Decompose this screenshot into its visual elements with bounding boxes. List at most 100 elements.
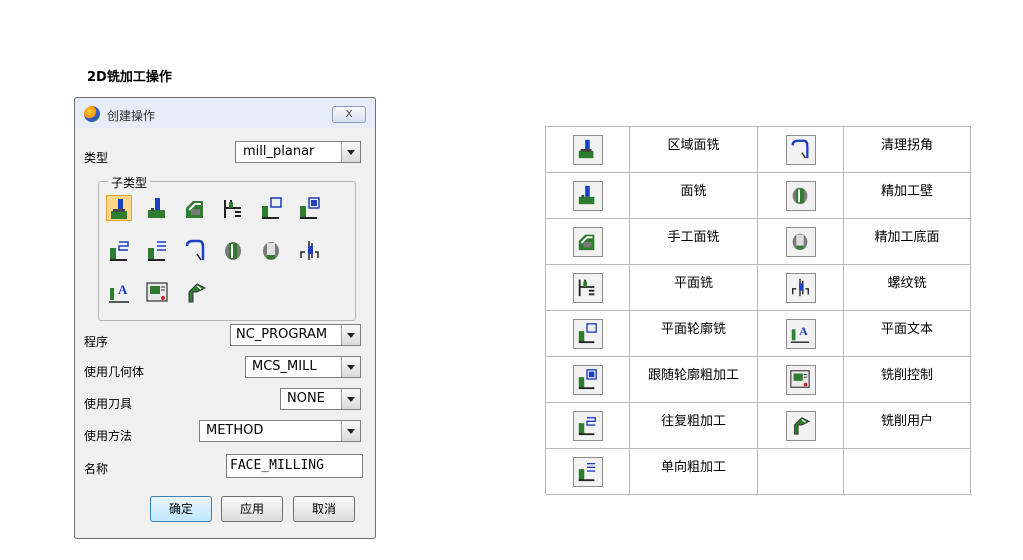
create-operation-dialog: 创建操作 X 类型 mill_planar 子类型 A 程序 NC_PROGRA… <box>74 97 376 539</box>
geometry-select[interactable]: MCS_MILL <box>245 356 361 378</box>
table-cell-icon <box>757 402 844 449</box>
table-cell-icon <box>757 264 844 311</box>
tool-select-value: NONE <box>287 391 325 406</box>
mill-control-icon[interactable] <box>144 279 170 305</box>
table-row: 区域面铣 清理拐角 <box>545 126 971 173</box>
cleanup-corners-icon <box>785 135 816 165</box>
table-cell-icon: A <box>757 310 844 357</box>
table-row: 手工面铣 精加工底面 <box>545 218 971 265</box>
table-cell-icon <box>545 218 630 265</box>
thread-milling-icon <box>785 273 816 303</box>
table-cell-name: 螺纹铣 <box>843 264 971 311</box>
table-cell-icon <box>757 448 844 495</box>
subtype-label: 子类型 <box>108 174 151 191</box>
close-button[interactable]: X <box>332 106 366 123</box>
mill-user-icon <box>785 411 816 441</box>
geometry-label: 使用几何体 <box>84 365 145 379</box>
table-cell-name: 精加工底面 <box>843 218 971 265</box>
chevron-down-icon[interactable] <box>341 389 360 409</box>
cleanup-corners-icon[interactable] <box>182 237 208 263</box>
operation-reference-table: 区域面铣 清理拐角 面铣 精加工壁 手工面铣 精加工底面 平面铣 螺纹铣 平面轮… <box>545 126 971 495</box>
table-cell-icon <box>757 126 844 173</box>
face-milling-area-icon <box>572 135 603 165</box>
table-cell-icon <box>545 310 630 357</box>
table-cell-name: 单向粗加工 <box>629 448 758 495</box>
apply-button[interactable]: 应用 <box>221 496 283 522</box>
type-label: 类型 <box>84 151 109 165</box>
zig-zag-icon[interactable] <box>106 237 132 263</box>
planar-mill-icon[interactable] <box>220 195 246 221</box>
tool-label: 使用刀具 <box>84 397 133 411</box>
program-label: 程序 <box>84 335 109 349</box>
dialog-titlebar: 创建操作 X <box>75 98 375 128</box>
planar-profile-icon[interactable] <box>258 195 284 221</box>
table-cell-name: 手工面铣 <box>629 218 758 265</box>
planar-mill-icon <box>572 273 603 303</box>
type-select-value: mill_planar <box>243 144 315 159</box>
table-row: 平面轮廓铣 A 平面文本 <box>545 310 971 357</box>
mill-control-icon <box>785 365 816 395</box>
table-cell-name: 区域面铣 <box>629 126 758 173</box>
table-row: 平面铣 螺纹铣 <box>545 264 971 311</box>
table-row: 面铣 精加工壁 <box>545 172 971 219</box>
face-milling-manual-icon[interactable] <box>182 195 208 221</box>
zig-zag-icon <box>572 411 603 441</box>
method-select[interactable]: METHOD <box>199 420 361 442</box>
face-milling-area-icon[interactable] <box>106 195 132 221</box>
planar-text-icon[interactable]: A <box>106 279 132 305</box>
method-select-value: METHOD <box>206 423 264 438</box>
table-cell-name: 往复粗加工 <box>629 402 758 449</box>
name-input[interactable]: FACE_MILLING <box>226 454 363 478</box>
table-cell-name: 跟随轮廓粗加工 <box>629 356 758 403</box>
table-cell-name: 铣削控制 <box>843 356 971 403</box>
table-cell-icon <box>545 172 630 219</box>
app-logo-icon <box>84 106 100 122</box>
table-cell-icon <box>757 356 844 403</box>
table-cell-name: 平面铣 <box>629 264 758 311</box>
planar-profile-icon <box>572 319 603 349</box>
ok-button[interactable]: 确定 <box>150 496 212 522</box>
method-label: 使用方法 <box>84 429 133 443</box>
zig-icon[interactable] <box>144 237 170 263</box>
chevron-down-icon[interactable] <box>341 357 360 377</box>
mill-user-icon[interactable] <box>182 279 208 305</box>
chevron-down-icon[interactable] <box>341 421 360 441</box>
program-select[interactable]: NC_PROGRAM <box>230 324 361 346</box>
geometry-select-value: MCS_MILL <box>252 359 317 374</box>
finish-walls-icon[interactable] <box>220 237 246 263</box>
table-cell-icon <box>757 218 844 265</box>
dialog-title: 创建操作 <box>107 109 156 123</box>
table-cell-name: 精加工壁 <box>843 172 971 219</box>
type-select[interactable]: mill_planar <box>235 141 361 163</box>
chevron-down-icon[interactable] <box>341 142 360 162</box>
table-cell-name: 面铣 <box>629 172 758 219</box>
table-cell-name <box>843 448 971 495</box>
table-cell-icon <box>545 264 630 311</box>
thread-milling-icon[interactable] <box>296 237 322 263</box>
table-cell-icon <box>545 402 630 449</box>
face-milling-manual-icon <box>572 227 603 257</box>
zig-icon <box>572 457 603 487</box>
svg-text:A: A <box>118 282 128 297</box>
finish-floor-icon <box>785 227 816 257</box>
follow-periphery-icon[interactable] <box>296 195 322 221</box>
table-cell-icon <box>757 172 844 219</box>
table-cell-icon <box>545 356 630 403</box>
name-label: 名称 <box>84 462 109 476</box>
table-cell-name: 平面文本 <box>843 310 971 357</box>
tool-select[interactable]: NONE <box>280 388 361 410</box>
cancel-button[interactable]: 取消 <box>293 496 355 522</box>
face-milling-icon[interactable] <box>144 195 170 221</box>
table-cell-name: 铣削用户 <box>843 402 971 449</box>
chevron-down-icon[interactable] <box>341 325 360 345</box>
section-heading: 2D铣加工操作 <box>87 70 172 85</box>
table-cell-name: 清理拐角 <box>843 126 971 173</box>
table-cell-name: 平面轮廓铣 <box>629 310 758 357</box>
finish-floor-icon[interactable] <box>258 237 284 263</box>
finish-walls-icon <box>785 181 816 211</box>
table-row: 单向粗加工 <box>545 448 971 495</box>
planar-text-icon: A <box>785 319 816 349</box>
follow-periphery-icon <box>572 365 603 395</box>
table-cell-icon <box>545 126 630 173</box>
table-cell-icon <box>545 448 630 495</box>
